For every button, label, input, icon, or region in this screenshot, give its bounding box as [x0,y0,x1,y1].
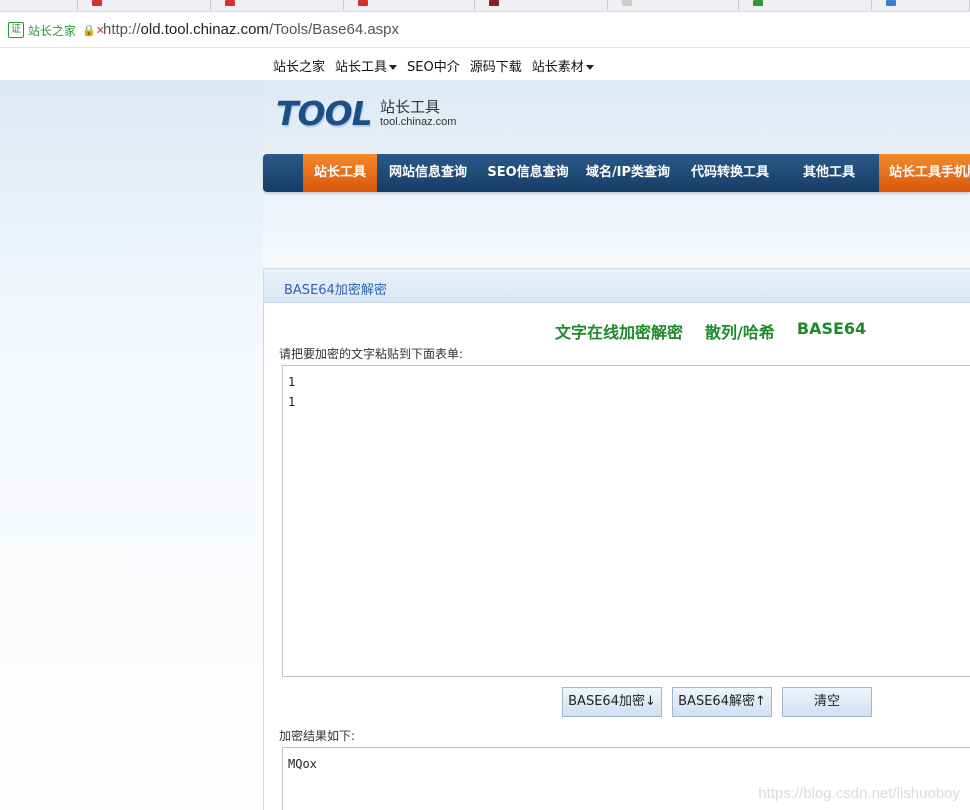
url-host: old.tool.chinaz.com [140,21,269,38]
nav-item-mobile[interactable]: 站长工具手机版 [879,154,970,192]
topnav-item-source[interactable]: 源码下载 [470,56,522,75]
topnav-item-home[interactable]: 站长之家 [273,56,325,75]
nav-item-site-info[interactable]: 网站信息查询 [381,154,475,192]
topnav-item-tools[interactable]: 站长工具 [335,56,398,75]
browser-tab[interactable] [344,0,475,11]
tab-favicon [225,0,235,6]
logo-domain: tool.chinaz.com [380,116,457,128]
site-logo[interactable]: TOOL 站长工具 tool.chinaz.com [276,92,476,136]
browser-tab[interactable] [739,0,872,11]
tab-favicon [92,0,102,6]
topnav-item-seo[interactable]: SEO中介 [407,56,460,75]
address-bar[interactable]: 证 站长之家 🔒✕ http://old.tool.chinaz.com/Too… [0,12,970,48]
tab-favicon [753,0,763,6]
web-page: 站长之家 站长工具 SEO中介 源码下载 站长素材 TOOL 站长工具 tool… [0,48,970,810]
nav-item-seo-info[interactable]: SEO信息查询 [481,154,575,192]
certificate-icon: 证 [8,22,24,38]
clear-button[interactable]: 清空 [782,687,872,717]
url-text[interactable]: http://old.tool.chinaz.com/Tools/Base64.… [103,21,399,38]
nav-item-tools[interactable]: 站长工具 [303,154,377,192]
nav-item-other-tools[interactable]: 其他工具 [783,154,875,192]
subtitle-base64[interactable]: BASE64 [797,319,866,343]
tab-favicon [489,0,499,6]
tab-favicon [358,0,368,6]
certificate-label: 站长之家 [28,23,77,38]
browser-tab-strip [0,0,970,12]
topnav-item-label: 站长素材 [531,60,584,75]
browser-tab[interactable] [475,0,608,11]
browser-tab[interactable] [872,0,970,11]
topnav-item-label: 站长工具 [335,60,388,75]
browser-tab[interactable] [0,0,78,11]
top-link-bar: 站长之家 站长工具 SEO中介 源码下载 站长素材 [0,48,970,80]
nav-item-code-convert[interactable]: 代码转换工具 [683,154,777,192]
panel-header: BASE64加密解密 [264,269,970,303]
browser-tab[interactable] [211,0,344,11]
base64-panel: BASE64加密解密 文字在线加密解密 散列/哈希 BASE64 请把要加密的文… [263,268,970,810]
caret-down-icon [585,65,594,70]
browser-tab[interactable] [608,0,739,11]
topnav-item-materials[interactable]: 站长素材 [532,56,594,75]
insecure-lock-icon: 🔒✕ [82,23,105,37]
tab-favicon [886,0,896,6]
base64-decode-button[interactable]: BASE64解密↑ [672,687,772,717]
logo-chinese-name: 站长工具 [380,98,441,116]
nav-item-domain-ip[interactable]: 域名/IP类查询 [581,154,675,192]
browser-tab[interactable] [78,0,211,11]
url-path: /Tools/Base64.aspx [268,21,400,38]
panel-title: BASE64加密解密 [284,283,387,298]
tab-favicon [622,0,632,6]
site-identity-badge[interactable]: 证 站长之家 🔒✕ [8,22,105,38]
tool-subtitle: 文字在线加密解密 散列/哈希 BASE64 [555,319,888,343]
url-scheme: http:// [103,21,141,38]
base64-encode-button[interactable]: BASE64加密↓ [562,687,662,717]
input-prompt-label: 请把要加密的文字粘贴到下面表单: [279,347,464,361]
main-navigation: 站长工具 网站信息查询 SEO信息查询 域名/IP类查询 代码转换工具 其他工具… [263,154,970,192]
result-label: 加密结果如下: [279,729,356,743]
caret-down-icon [389,65,398,70]
plaintext-input[interactable]: 1 1 [282,365,970,677]
logo-wordmark: TOOL [276,94,373,133]
subtitle-hash[interactable]: 散列/哈希 [705,319,775,343]
subtitle-text-encrypt[interactable]: 文字在线加密解密 [555,319,683,343]
page-background-left [0,80,263,810]
watermark: https://blog.csdn.net/lishuoboy [758,785,960,802]
